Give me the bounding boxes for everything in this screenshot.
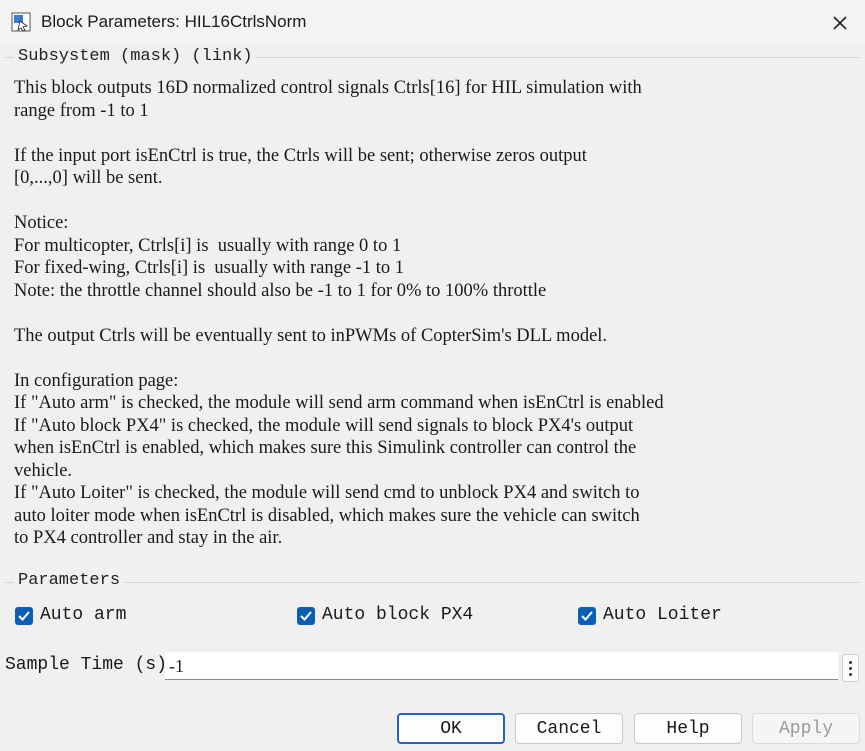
- dot-icon: [849, 672, 852, 676]
- window-title: Block Parameters: HIL16CtrlsNorm: [41, 12, 307, 31]
- description-line: In configuration page:: [14, 370, 179, 391]
- simulink-block-icon: [11, 12, 31, 32]
- auto-arm-label[interactable]: Auto arm: [40, 605, 126, 625]
- auto-loiter-label[interactable]: Auto Loiter: [603, 605, 722, 625]
- description-line: Note: the throttle channel should also b…: [14, 280, 547, 301]
- description-panel: This block outputs 16D normalized contro…: [5, 72, 860, 562]
- description-line: auto loiter mode when isEnCtrl is disabl…: [14, 505, 640, 526]
- description-line: If "Auto block PX4" is checked, the modu…: [14, 415, 634, 436]
- auto-block-px4-checkbox[interactable]: [297, 607, 315, 625]
- auto-arm-checkbox[interactable]: [15, 607, 33, 625]
- auto-loiter-checkbox[interactable]: [578, 607, 596, 625]
- description-line: range from -1 to 1: [14, 100, 149, 121]
- description-section-label: Subsystem (mask) (link): [14, 47, 257, 66]
- more-options-button[interactable]: [842, 654, 859, 682]
- auto-block-px4-label[interactable]: Auto block PX4: [322, 605, 473, 625]
- description-line: For multicopter, Ctrls[i] is usually wit…: [14, 235, 402, 256]
- title-bar: Block Parameters: HIL16CtrlsNorm: [0, 0, 865, 46]
- close-icon: [833, 16, 847, 30]
- description-line: [0,...,0] will be sent.: [14, 168, 163, 188]
- description-line: when isEnCtrl is enabled, which makes su…: [14, 438, 637, 458]
- sample-time-label: Sample Time (s): [5, 655, 168, 675]
- parameters-section-label: Parameters: [14, 571, 125, 590]
- ok-button[interactable]: OK: [397, 713, 505, 744]
- description-line: Notice:: [14, 213, 69, 233]
- cancel-button[interactable]: Cancel: [515, 713, 623, 744]
- description-line: If the input port isEnCtrl is true, the …: [14, 145, 587, 166]
- close-button[interactable]: [816, 0, 864, 46]
- parameters-group-border: [5, 582, 860, 583]
- description-line: to PX4 controller and stay in the air.: [14, 528, 283, 548]
- apply-button[interactable]: Apply: [752, 713, 860, 744]
- sample-time-input[interactable]: -1: [165, 652, 838, 680]
- description-line: vehicle.: [14, 460, 73, 481]
- checkmark-icon: [18, 611, 30, 621]
- checkmark-icon: [300, 611, 312, 621]
- description-line: The output Ctrls will be eventually sent…: [14, 325, 608, 346]
- description-line: This block outputs 16D normalized contro…: [14, 78, 642, 98]
- description-line: If "Auto Loiter" is checked, the module …: [14, 483, 640, 503]
- dot-icon: [849, 660, 852, 664]
- dot-icon: [849, 666, 852, 670]
- checkmark-icon: [581, 611, 593, 621]
- description-line: If "Auto arm" is checked, the module wil…: [14, 393, 664, 413]
- help-button[interactable]: Help: [634, 713, 742, 744]
- description-line: For fixed-wing, Ctrls[i] is usually with…: [14, 258, 404, 278]
